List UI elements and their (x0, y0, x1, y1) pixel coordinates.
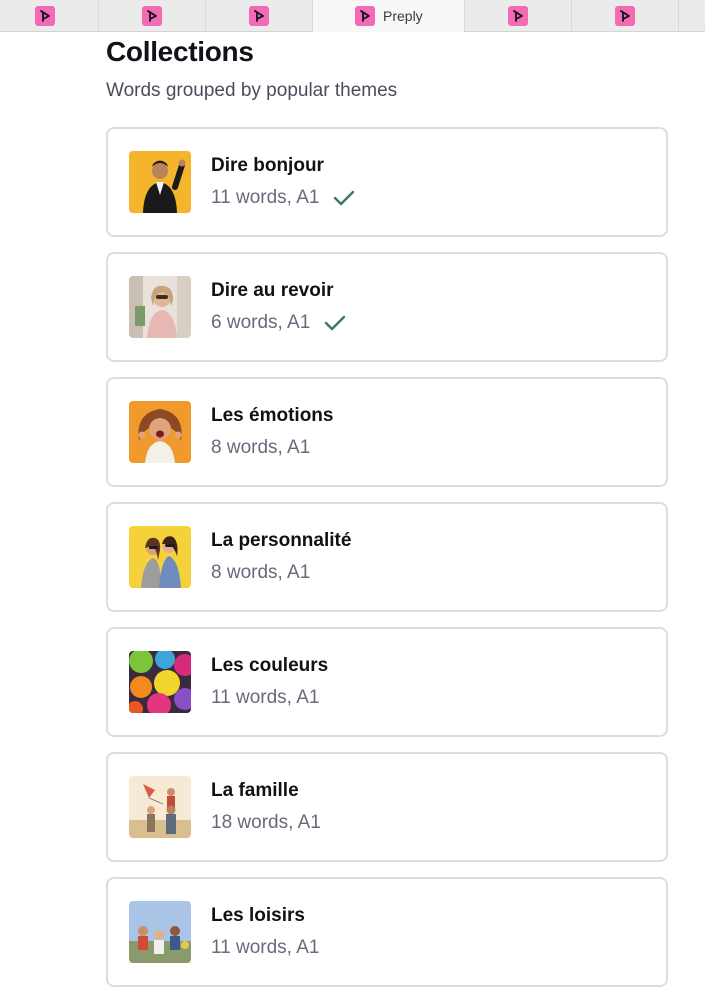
collection-title: La famille (211, 780, 299, 801)
preply-logo-icon (142, 6, 162, 26)
browser-tab-bar: Preply (0, 0, 705, 32)
collection-title: Les loisirs (211, 905, 305, 926)
collection-title: Les émotions (211, 405, 334, 426)
collections-list: Dire bonjour 11 words, A1 Dire au revoir (106, 127, 668, 1002)
browser-tab[interactable] (0, 0, 99, 32)
collection-title: La personnalité (211, 530, 352, 551)
collection-meta: 6 words, A1 (211, 312, 311, 333)
collection-title: Les couleurs (211, 655, 329, 676)
preply-logo-icon (355, 6, 375, 26)
collection-title: Dire au revoir (211, 280, 334, 301)
collection-card-les-couleurs[interactable]: Les couleurs 11 words, A1 (106, 627, 668, 737)
collection-card-les-emotions[interactable]: Les émotions 8 words, A1 (106, 377, 668, 487)
collection-meta: 18 words, A1 (211, 812, 321, 833)
check-icon (334, 190, 355, 206)
excited-woman-photo (129, 401, 191, 463)
preply-logo-icon (35, 6, 55, 26)
woman-waving-photo (129, 276, 191, 338)
collection-meta: 8 words, A1 (211, 562, 311, 583)
preply-logo-icon (249, 6, 269, 26)
man-waving-photo (129, 151, 191, 213)
two-friends-photo (129, 526, 191, 588)
tab-title: Preply (383, 8, 423, 24)
browser-tab[interactable] (99, 0, 206, 32)
collection-meta: 11 words, A1 (211, 187, 320, 208)
preply-logo-icon (508, 6, 528, 26)
people-outdoors-photo (129, 901, 191, 963)
page-subtitle: Words grouped by popular themes (106, 80, 398, 101)
browser-tab-active[interactable]: Preply (313, 0, 465, 32)
page-title: Collections (106, 36, 254, 67)
browser-tab[interactable] (206, 0, 313, 32)
browser-tab[interactable] (572, 0, 679, 32)
collection-card-dire-au-revoir[interactable]: Dire au revoir 6 words, A1 (106, 252, 668, 362)
collection-card-dire-bonjour[interactable]: Dire bonjour 11 words, A1 (106, 127, 668, 237)
browser-tab[interactable] (465, 0, 572, 32)
preply-logo-icon (615, 6, 635, 26)
collection-card-la-famille[interactable]: La famille 18 words, A1 (106, 752, 668, 862)
collection-card-les-loisirs[interactable]: Les loisirs 11 words, A1 (106, 877, 668, 987)
collection-meta: 11 words, A1 (211, 687, 320, 708)
check-icon (325, 315, 346, 331)
family-kite-photo (129, 776, 191, 838)
collection-card-la-personnalite[interactable]: La personnalité 8 words, A1 (106, 502, 668, 612)
collection-meta: 11 words, A1 (211, 937, 320, 958)
collection-meta: 8 words, A1 (211, 437, 311, 458)
color-powder-photo (129, 651, 191, 713)
collection-title: Dire bonjour (211, 155, 324, 176)
